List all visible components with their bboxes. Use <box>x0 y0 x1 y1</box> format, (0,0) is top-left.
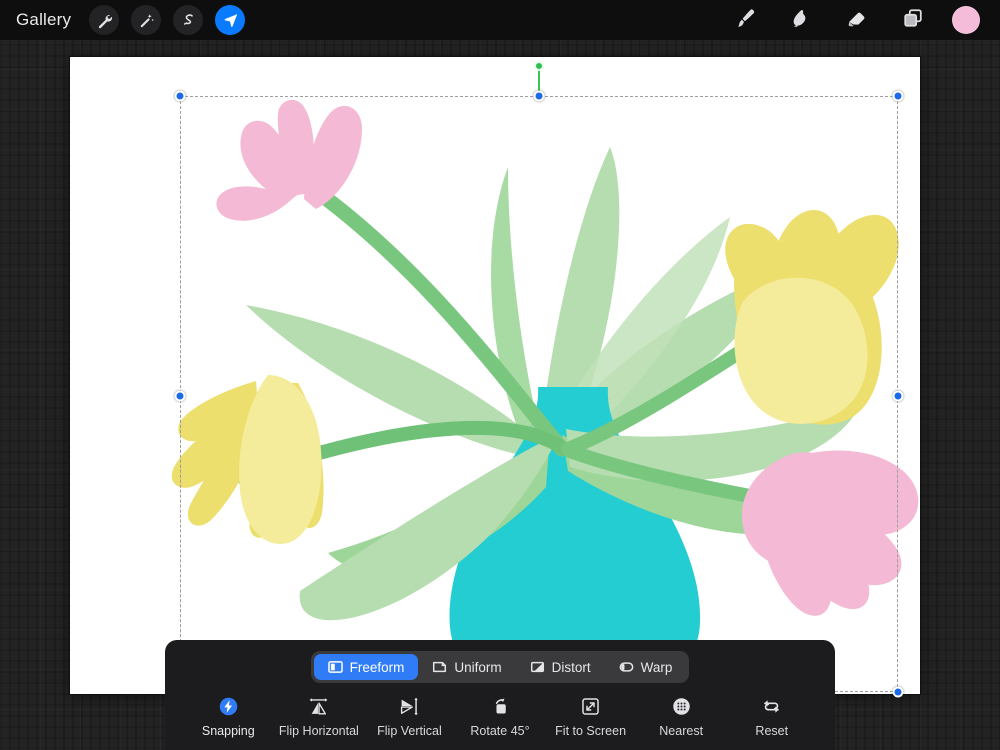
action-fit-to-screen[interactable]: Fit to Screen <box>545 694 636 738</box>
eraser-icon <box>846 7 868 34</box>
mode-distort-label: Distort <box>552 660 591 675</box>
action-flip-vertical[interactable]: Flip Vertical <box>364 694 455 738</box>
wrench-icon <box>96 12 113 29</box>
procreate-canvas-screen: Gallery <box>0 0 1000 750</box>
mode-distort[interactable]: Distort <box>516 654 605 680</box>
mode-warp-label: Warp <box>641 660 673 675</box>
handle-top-center[interactable] <box>534 91 545 102</box>
mode-warp[interactable]: Warp <box>605 654 687 680</box>
action-rotate-45-label: Rotate 45° <box>470 724 529 738</box>
top-toolbar-right-group <box>728 5 1000 35</box>
action-interpolation[interactable]: Nearest <box>636 694 727 738</box>
smudge-icon <box>790 7 812 34</box>
gallery-button[interactable]: Gallery <box>14 8 77 33</box>
arrow-cursor-icon <box>222 12 239 29</box>
transform-mode-row: Freeform Uniform <box>165 640 835 686</box>
rotation-handle[interactable] <box>534 61 544 71</box>
uniform-icon <box>432 660 447 674</box>
mode-uniform[interactable]: Uniform <box>418 654 515 680</box>
handle-top-right[interactable] <box>893 91 904 102</box>
handle-bottom-right[interactable] <box>893 687 904 698</box>
flip-horizontal-icon <box>308 694 329 718</box>
erase-button[interactable] <box>840 5 874 35</box>
action-snapping-label: Snapping <box>202 724 255 738</box>
reset-arrows-icon <box>761 694 782 718</box>
action-rotate-45[interactable]: Rotate 45° <box>455 694 546 738</box>
handle-top-left[interactable] <box>175 91 186 102</box>
transform-panel: Freeform Uniform <box>165 640 835 750</box>
selection-button[interactable] <box>173 5 203 35</box>
action-fit-to-screen-label: Fit to Screen <box>555 724 626 738</box>
distort-icon <box>530 660 545 674</box>
s-curve-icon <box>180 12 197 29</box>
flip-vertical-icon <box>399 694 420 718</box>
handle-middle-left[interactable] <box>175 391 186 402</box>
transform-button[interactable] <box>215 5 245 35</box>
action-flip-vertical-label: Flip Vertical <box>377 724 442 738</box>
adjustments-button[interactable] <box>131 5 161 35</box>
action-reset[interactable]: Reset <box>726 694 817 738</box>
snapping-bolt-icon <box>218 694 239 718</box>
smudge-button[interactable] <box>784 5 818 35</box>
handle-middle-right[interactable] <box>893 391 904 402</box>
transform-mode-segmented-control: Freeform Uniform <box>311 651 690 683</box>
artboard-canvas[interactable] <box>70 57 920 694</box>
action-interpolation-label: Nearest <box>659 724 703 738</box>
mode-uniform-label: Uniform <box>454 660 501 675</box>
top-toolbar-left-group: Gallery <box>0 5 245 35</box>
top-toolbar: Gallery <box>0 0 1000 40</box>
tulip-bottom-right <box>742 451 918 616</box>
paintbrush-icon <box>734 7 756 34</box>
action-reset-label: Reset <box>755 724 788 738</box>
warp-icon <box>619 660 634 674</box>
tulip-left <box>172 375 324 544</box>
nearest-halftone-icon <box>671 694 692 718</box>
magic-wand-icon <box>138 12 155 29</box>
actions-button[interactable] <box>89 5 119 35</box>
tulip-illustration <box>70 57 920 694</box>
mode-freeform-label: Freeform <box>350 660 405 675</box>
paint-button[interactable] <box>728 5 762 35</box>
tulip-right <box>725 210 898 425</box>
fit-to-screen-icon <box>580 694 601 718</box>
layers-icon <box>902 7 924 34</box>
layers-button[interactable] <box>896 5 930 35</box>
freeform-icon <box>328 660 343 674</box>
color-swatch[interactable] <box>952 6 980 34</box>
rotate-45-icon <box>490 694 511 718</box>
action-flip-horizontal-label: Flip Horizontal <box>279 724 359 738</box>
action-flip-horizontal[interactable]: Flip Horizontal <box>274 694 365 738</box>
mode-freeform[interactable]: Freeform <box>314 654 419 680</box>
action-snapping[interactable]: Snapping <box>183 694 274 738</box>
transform-actions-row: Snapping Flip Horizontal <box>165 686 835 750</box>
